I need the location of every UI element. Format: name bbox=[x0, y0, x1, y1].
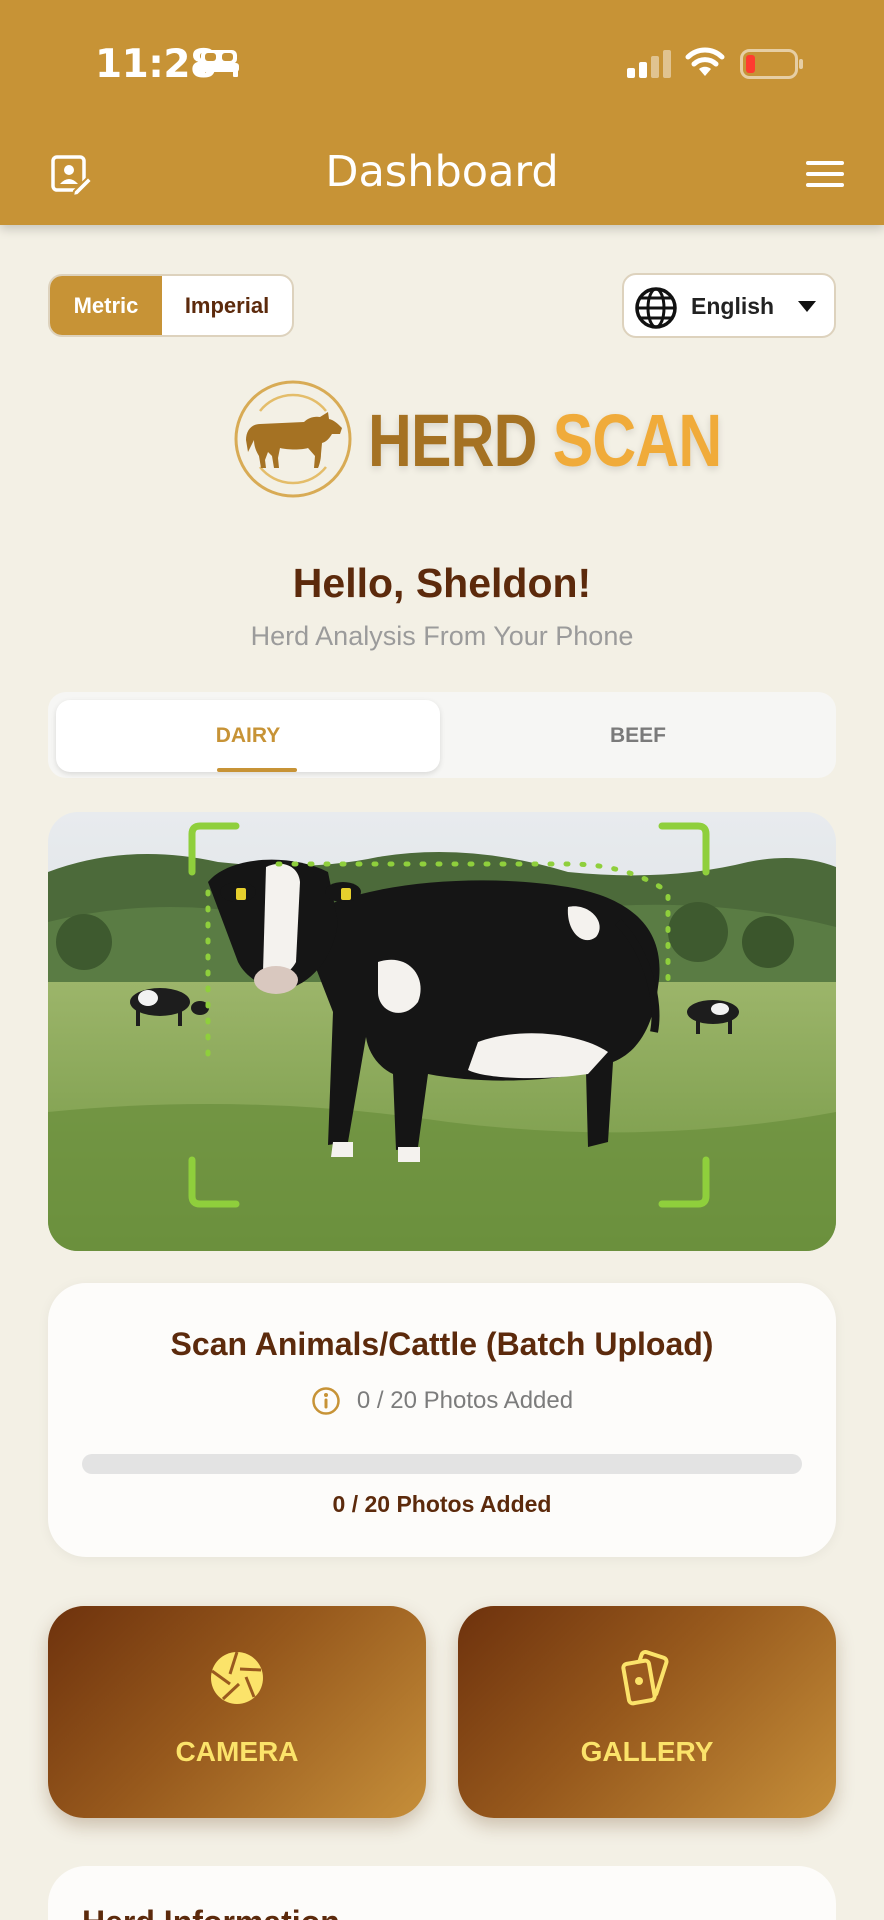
gallery-button-label: GALLERY bbox=[580, 1736, 714, 1767]
page-title: Dashboard bbox=[325, 147, 559, 197]
active-tab-indicator bbox=[217, 768, 297, 772]
language-label: English bbox=[691, 293, 775, 319]
progress-label: 0 / 20 Photos Added bbox=[332, 1491, 552, 1517]
dairy-cow-photo bbox=[48, 812, 836, 1251]
wifi-icon bbox=[685, 47, 725, 76]
photos-added-info: 0 / 20 Photos Added bbox=[356, 1387, 574, 1414]
logo-text-herd: HERD bbox=[368, 399, 537, 482]
tab-dairy[interactable]: DAIRY bbox=[56, 700, 440, 772]
camera-aperture-icon bbox=[211, 1651, 263, 1704]
battery-icon bbox=[740, 49, 803, 79]
language-select[interactable]: English bbox=[622, 273, 836, 338]
unit-toggle: Metric Imperial bbox=[48, 274, 294, 337]
caret-down-icon bbox=[798, 301, 816, 312]
tab-beef-label: BEEF bbox=[609, 724, 666, 747]
scan-card-title: Scan Animals/Cattle (Batch Upload) bbox=[170, 1326, 714, 1362]
upload-progress-bar bbox=[82, 1454, 802, 1474]
cow-logo-icon bbox=[234, 380, 352, 498]
tab-dairy-label: DAIRY bbox=[215, 724, 281, 747]
globe-icon bbox=[635, 287, 677, 329]
hamburger-menu-icon[interactable] bbox=[806, 160, 844, 188]
cellular-signal-icon bbox=[627, 50, 671, 78]
bed-icon bbox=[199, 50, 239, 77]
app-header: 11:28 Dashboard bbox=[0, 0, 884, 225]
herd-information-card: Herd Information bbox=[48, 1866, 836, 1920]
info-icon bbox=[312, 1387, 340, 1415]
greeting-title: Hello, Sheldon! bbox=[292, 560, 592, 606]
gallery-button[interactable]: GALLERY bbox=[458, 1606, 836, 1818]
logo-text-scan: SCAN bbox=[552, 399, 722, 482]
cow-scan-illustration bbox=[48, 812, 836, 1251]
metric-button[interactable]: Metric bbox=[50, 276, 162, 335]
gallery-cards-icon bbox=[621, 1650, 669, 1706]
batch-scan-card: Scan Animals/Cattle (Batch Upload) 0 / 2… bbox=[48, 1283, 836, 1557]
tab-beef[interactable]: BEEF bbox=[446, 700, 830, 772]
app-logo-text: HERD SCAN bbox=[368, 398, 722, 483]
camera-button[interactable]: CAMERA bbox=[48, 1606, 426, 1818]
imperial-button[interactable]: Imperial bbox=[162, 276, 292, 335]
scan-info-row: 0 / 20 Photos Added bbox=[48, 1386, 836, 1416]
herd-information-title: Herd Information bbox=[82, 1904, 340, 1920]
camera-button-label: CAMERA bbox=[175, 1736, 299, 1767]
animal-type-tabs: DAIRY BEEF bbox=[48, 692, 836, 778]
greeting-subtitle: Herd Analysis From Your Phone bbox=[250, 621, 634, 651]
